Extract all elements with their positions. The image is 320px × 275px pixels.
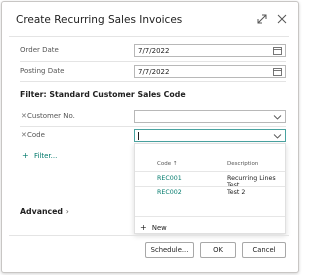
close-icon[interactable] xyxy=(276,13,288,25)
chevron-down-icon[interactable] xyxy=(273,113,282,121)
row-code[interactable]: REC002 xyxy=(157,189,182,196)
text-cursor xyxy=(138,132,139,140)
column-header-code[interactable]: Code ↑ xyxy=(157,161,177,167)
code-field[interactable] xyxy=(134,129,286,142)
customer-no-label: Customer No. xyxy=(27,112,75,120)
chevron-down-icon[interactable] xyxy=(273,132,282,140)
add-filter-link[interactable]: + Filter... xyxy=(22,151,57,160)
row-code[interactable]: REC001 xyxy=(157,175,182,182)
code-lookup-dropdown: Code ↑ Description REC001 Recurring Line… xyxy=(134,143,286,234)
list-item[interactable]: REC001 Recurring Lines Test xyxy=(135,172,285,189)
calendar-icon[interactable] xyxy=(273,47,282,55)
plus-icon: + xyxy=(22,151,29,160)
posting-date-label: Posting Date xyxy=(20,67,65,75)
schedule-button[interactable]: Schedule... xyxy=(145,242,194,258)
advanced-toggle[interactable]: Advanced › xyxy=(20,207,69,216)
new-label: New xyxy=(151,224,167,232)
plus-icon: + xyxy=(140,223,147,232)
order-date-label: Order Date xyxy=(20,46,59,54)
remove-filter-icon[interactable]: ✕ xyxy=(21,131,27,139)
calendar-icon[interactable] xyxy=(273,68,282,76)
ok-button[interactable]: OK xyxy=(200,242,236,258)
customer-no-field[interactable] xyxy=(134,110,286,123)
expand-icon[interactable] xyxy=(256,13,268,25)
filter-section-title: Filter: Standard Customer Sales Code xyxy=(20,90,186,99)
list-item[interactable]: REC002 Test 2 xyxy=(135,187,285,201)
posting-date-value: 7/7/2022 xyxy=(138,68,170,76)
new-action[interactable]: + New xyxy=(140,223,167,232)
remove-filter-icon[interactable]: ✕ xyxy=(21,112,27,120)
footer-divider xyxy=(135,216,285,217)
advanced-label: Advanced xyxy=(20,207,64,216)
posting-date-field[interactable]: 7/7/2022 xyxy=(134,65,286,78)
create-recurring-sales-invoices-dialog: Create Recurring Sales Invoices Order Da… xyxy=(1,1,299,273)
footer-divider xyxy=(9,235,289,236)
chevron-right-icon: › xyxy=(65,207,69,216)
field-divider xyxy=(20,61,286,62)
column-header-description[interactable]: Description xyxy=(227,161,258,167)
field-divider xyxy=(20,81,286,82)
dialog-title: Create Recurring Sales Invoices xyxy=(16,14,183,26)
row-description: Test 2 xyxy=(227,189,246,196)
field-divider xyxy=(20,126,286,127)
header-divider xyxy=(9,36,289,37)
order-date-field[interactable]: 7/7/2022 xyxy=(134,44,286,57)
add-filter-label: Filter... xyxy=(33,152,58,160)
code-label: Code xyxy=(27,131,45,139)
cancel-button[interactable]: Cancel xyxy=(242,242,286,258)
order-date-value: 7/7/2022 xyxy=(138,47,170,55)
